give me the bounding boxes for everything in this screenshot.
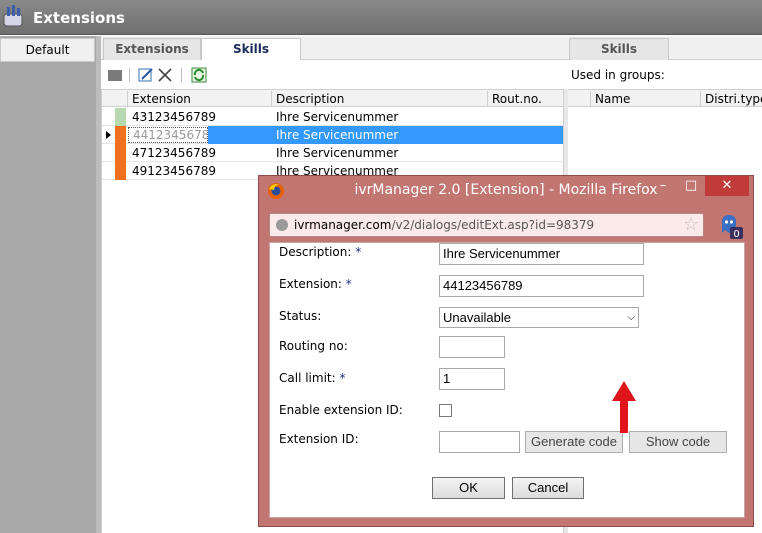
refresh-icon[interactable] xyxy=(191,67,207,83)
cell-rout-no xyxy=(488,108,564,126)
close-button[interactable]: ✕ xyxy=(705,176,749,196)
ghostery-addon-icon[interactable]: 0 xyxy=(718,213,744,239)
cell-extension: 49123456789 xyxy=(132,164,216,178)
current-row-arrow-icon xyxy=(102,126,115,144)
address-bar[interactable]: ivrmanager.com/v2/dialogs/editExt.asp?id… xyxy=(269,213,704,237)
tab-extensions[interactable]: Extensions xyxy=(103,38,201,60)
required-marker: * xyxy=(345,277,352,291)
column-header-extension[interactable]: Extension xyxy=(128,91,272,107)
call-limit-field[interactable]: 1 xyxy=(439,368,505,390)
status-selected-value: Unavailable xyxy=(443,310,511,325)
cell-rout-no xyxy=(488,126,564,144)
cell-extension: 44123456789 xyxy=(128,127,208,143)
cell-description: Ihre Servicenummer xyxy=(276,128,399,142)
row-indicator xyxy=(102,144,115,162)
extension-label: Extension: * xyxy=(279,277,352,291)
chevron-down-icon: ⌵ xyxy=(627,312,635,323)
left-navigation: Default xyxy=(0,36,96,533)
cell-extension: 43123456789 xyxy=(132,110,216,124)
row-indicator xyxy=(102,108,115,126)
tab-right-skills[interactable]: Skills xyxy=(569,38,669,60)
cell-description: Ihre Servicenummer xyxy=(276,146,399,160)
row-indicator xyxy=(102,162,115,180)
minimize-button[interactable]: – xyxy=(649,176,677,196)
column-header-distri-type[interactable]: Distri.type xyxy=(701,91,762,107)
status-color-indicator xyxy=(115,126,126,144)
header-spacer xyxy=(102,91,128,107)
edit-icon[interactable] xyxy=(138,67,154,83)
extension-id-label: Extension ID: xyxy=(279,432,359,446)
status-label: Status: xyxy=(279,309,322,323)
extension-id-field[interactable] xyxy=(439,431,520,453)
call-limit-label: Call limit: * xyxy=(279,371,346,385)
header-spacer xyxy=(567,91,591,107)
extension-dialog-window: ivrManager 2.0 [Extension] - Mozilla Fir… xyxy=(258,175,754,527)
addon-badge: 0 xyxy=(733,229,739,239)
table-row[interactable]: 47123456789 Ihre Servicenummer xyxy=(102,144,564,162)
table-row-selected[interactable]: 44123456789 Ihre Servicenummer xyxy=(102,126,564,144)
url-path: /v2/dialogs/editExt.asp?id=98379 xyxy=(391,218,595,232)
description-label: Description: * xyxy=(279,245,362,259)
url-host: ivrmanager.com xyxy=(294,218,392,232)
status-color-indicator xyxy=(115,144,126,162)
app-title: Extensions xyxy=(33,9,125,27)
toolbar-divider xyxy=(129,68,130,82)
red-arrow-annotation-icon xyxy=(612,381,636,433)
delete-icon[interactable] xyxy=(157,67,173,83)
cell-rout-no xyxy=(488,144,564,162)
tab-bar: Extensions Skills Skills xyxy=(101,36,762,60)
description-field[interactable]: Ihre Servicenummer xyxy=(439,243,644,265)
save-icon[interactable] xyxy=(107,67,123,83)
cell-description: Ihre Servicenummer xyxy=(276,110,399,124)
cell-extension: 47123456789 xyxy=(132,146,216,160)
column-header-rout-no[interactable]: Rout.no. xyxy=(488,91,564,107)
status-color-indicator xyxy=(115,108,126,126)
toolbar-divider xyxy=(181,68,182,82)
generate-code-button[interactable]: Generate code xyxy=(525,431,623,453)
routing-no-field[interactable] xyxy=(439,336,505,358)
column-header-description[interactable]: Description xyxy=(272,91,488,107)
show-code-button[interactable]: Show code xyxy=(629,431,727,453)
cancel-button[interactable]: Cancel xyxy=(512,477,584,499)
grid-toolbar xyxy=(101,61,563,88)
required-marker: * xyxy=(339,371,346,385)
url-text: ivrmanager.com/v2/dialogs/editExt.asp?id… xyxy=(294,218,594,232)
extension-field[interactable]: 44123456789 xyxy=(439,275,644,297)
app-title-bar: Extensions xyxy=(0,0,762,35)
status-color-indicator xyxy=(115,162,126,180)
tab-skills[interactable]: Skills xyxy=(201,38,301,60)
grid-header: Extension Description Rout.no. xyxy=(102,89,564,107)
enable-extension-id-checkbox[interactable] xyxy=(439,404,452,417)
maximize-button[interactable]: □ xyxy=(677,176,705,196)
status-select[interactable]: Unavailable ⌵ xyxy=(439,307,639,328)
enable-extension-id-label: Enable extension ID: xyxy=(279,403,403,417)
nav-item-default[interactable]: Default xyxy=(0,38,95,62)
column-header-name[interactable]: Name xyxy=(591,91,701,107)
globe-icon xyxy=(276,219,288,231)
extension-form: Description: * Ihre Servicenummer Extens… xyxy=(269,242,745,518)
bookmark-star-icon[interactable]: ☆ xyxy=(683,215,699,235)
ok-button[interactable]: OK xyxy=(432,477,505,499)
used-in-groups-label: Used in groups: xyxy=(571,68,665,82)
extensions-app-icon xyxy=(3,5,23,27)
dialog-titlebar[interactable]: ivrManager 2.0 [Extension] - Mozilla Fir… xyxy=(259,176,753,206)
groups-grid-header: Name Distri.type xyxy=(567,89,762,107)
routing-no-label: Routing no: xyxy=(279,339,348,353)
table-row[interactable]: 43123456789 Ihre Servicenummer xyxy=(102,108,564,126)
required-marker: * xyxy=(355,245,362,259)
